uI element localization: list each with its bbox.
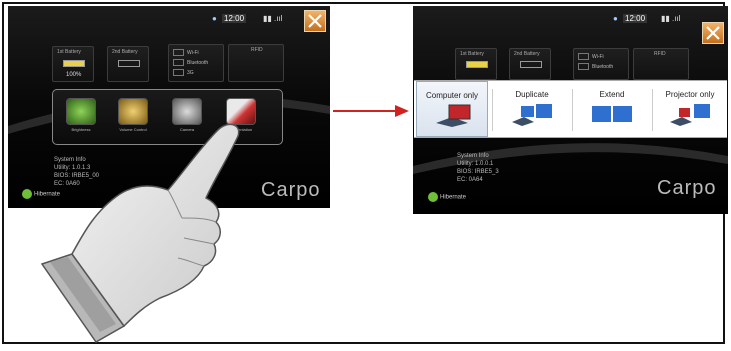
battery1-label: 1st Battery (460, 51, 484, 57)
close-button[interactable] (702, 22, 724, 44)
power-icon (428, 192, 438, 202)
projector-display-icon (670, 104, 710, 126)
projector-only-label: Projector only (665, 90, 715, 99)
battery2-label: 2nd Battery (514, 51, 540, 57)
extend-label: Extend (599, 90, 625, 99)
hibernate-button[interactable]: Hibernate (428, 192, 466, 202)
display-option-duplicate[interactable]: Duplicate (496, 81, 568, 137)
rfid-tile[interactable]: RFID (228, 44, 284, 82)
brand-logo: Carpo (657, 177, 717, 199)
separator (572, 89, 573, 131)
duplicate-label: Duplicate (515, 90, 549, 99)
power-icon (22, 189, 32, 199)
battery1-icon (63, 60, 85, 67)
wireless-tile[interactable]: Wi-Fi Bluetooth (573, 48, 629, 80)
pointing-hand-icon (40, 123, 240, 343)
battery1-percent: 100% (66, 72, 82, 78)
battery2-tile[interactable]: 2nd Battery (509, 48, 551, 80)
battery1-label: 1st Battery (57, 49, 81, 55)
close-icon (706, 26, 720, 40)
laptop-screen-icon (436, 104, 471, 127)
sysinfo-utility: Utility: 1.0.0.1 (457, 161, 494, 167)
control-center-screen-after: ● 12:00 ▮▮ .ııl 1st Battery 2nd Battery … (413, 6, 728, 214)
battery1-tile[interactable]: 1st Battery (455, 48, 497, 80)
display-option-extend[interactable]: Extend (576, 81, 648, 137)
battery1-tile[interactable]: 1st Battery 100% (52, 46, 94, 82)
display-mode-panel: Computer only Duplicate Extend Projector… (414, 80, 727, 138)
sysinfo-ec: EC: 0A64 (457, 177, 483, 183)
rfid-label: RFID (251, 47, 263, 53)
sysinfo-bios: BIOS: IRBE5_3 (457, 169, 499, 175)
battery2-icon (118, 60, 140, 67)
rfid-label: RFID (654, 51, 666, 57)
wireless-item-wifi[interactable]: Wi-Fi (173, 49, 199, 56)
top-bar: ● 12:00 ▮▮ .ııl (8, 6, 330, 32)
battery1-icon (466, 61, 488, 68)
wireless-item-bluetooth[interactable]: Bluetooth (173, 59, 208, 66)
separator (652, 89, 653, 131)
separator (492, 89, 493, 131)
sysinfo-title: System Info (457, 153, 489, 159)
rfid-tile[interactable]: RFID (633, 48, 689, 80)
signal-icon: ▮▮ .ııl (263, 14, 283, 23)
tray-info-icon: ● (613, 14, 618, 23)
signal-icon: ▮▮ .ııl (661, 14, 681, 23)
wireless-item-wifi[interactable]: Wi-Fi (578, 53, 604, 60)
close-icon (308, 14, 322, 28)
transition-arrow-icon (333, 105, 409, 117)
battery2-icon (520, 61, 542, 68)
tray-clock: 12:00 (623, 14, 648, 23)
battery2-label: 2nd Battery (112, 49, 138, 55)
display-option-projector-only[interactable]: Projector only (654, 81, 726, 137)
wireless-item-3g[interactable]: 3G (173, 69, 194, 76)
tray-info-icon: ● (212, 14, 217, 23)
tray-clock: 12:00 (222, 14, 247, 23)
wireless-item-bluetooth[interactable]: Bluetooth (578, 63, 613, 70)
close-button[interactable] (304, 10, 326, 32)
display-option-computer-only[interactable]: Computer only (416, 81, 488, 137)
battery2-tile[interactable]: 2nd Battery (107, 46, 149, 82)
extend-display-icon (592, 106, 632, 122)
top-bar: ● 12:00 ▮▮ .ııl (413, 6, 728, 44)
wireless-tile[interactable]: Wi-Fi Bluetooth 3G (168, 44, 224, 82)
hibernate-label: Hibernate (440, 194, 467, 201)
computer-only-label: Computer only (425, 91, 479, 100)
system-info: System Info Utility: 1.0.0.1 BIOS: IRBE5… (457, 152, 499, 184)
duplicate-display-icon (512, 104, 552, 126)
